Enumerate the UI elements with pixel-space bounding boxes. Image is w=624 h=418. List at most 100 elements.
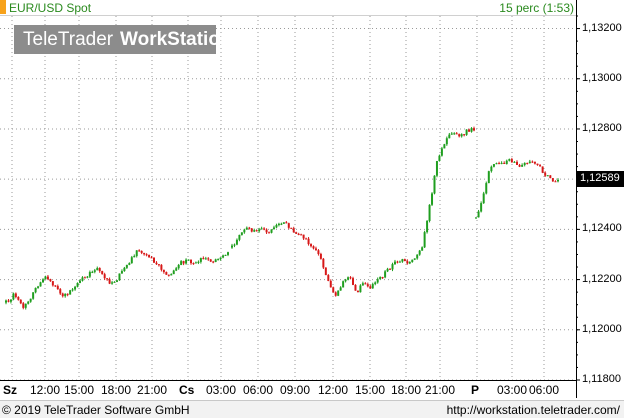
candle-body xyxy=(470,128,473,132)
candle-body xyxy=(44,276,47,280)
candle-body xyxy=(190,259,192,264)
candle-body xyxy=(435,161,438,176)
candle-body xyxy=(69,290,72,295)
time-label: 18:00 xyxy=(391,383,422,397)
candle-body xyxy=(197,261,200,263)
candle-body xyxy=(27,301,30,304)
candle-body xyxy=(250,228,253,232)
chart-window: EUR/USD Spot 15 perc (1:53) TeleTrader W… xyxy=(0,0,624,418)
candle-body xyxy=(319,253,322,259)
candle-body xyxy=(209,259,212,262)
candle-body xyxy=(549,175,552,179)
candle-body xyxy=(448,134,451,139)
candle-body xyxy=(352,278,354,285)
candlestick-series xyxy=(5,126,559,310)
candle-body xyxy=(96,268,99,271)
candle-body xyxy=(302,234,305,239)
candle-body xyxy=(248,227,251,229)
price-tick-label: 1,11800 xyxy=(582,373,621,385)
time-label: 03:00 xyxy=(206,383,237,397)
candle-body xyxy=(433,175,436,194)
candle-body xyxy=(465,129,468,135)
candle-body xyxy=(359,285,362,293)
candle-body xyxy=(453,133,456,135)
candle-body xyxy=(12,293,15,300)
candle-body xyxy=(88,272,91,277)
candle-body xyxy=(128,263,131,265)
candle-body xyxy=(243,229,246,233)
candle-body xyxy=(334,292,337,296)
candle-body xyxy=(544,172,547,176)
candle-body xyxy=(411,259,414,262)
candle-body xyxy=(56,286,59,290)
candle-body xyxy=(17,296,20,300)
time-axis[interactable]: Sz 12:00 15:00 18:00 21:00 Cs 03:00 06:00 09:00 1… xyxy=(0,382,576,398)
last-price-value: 1,12589 xyxy=(580,172,620,184)
candle-body xyxy=(155,262,158,265)
candle-body xyxy=(219,257,222,260)
candle-body xyxy=(212,261,215,263)
chart-frame xyxy=(0,0,577,398)
candle-body xyxy=(39,282,42,287)
candle-body xyxy=(458,134,461,137)
candle-body xyxy=(46,276,49,280)
candle-body xyxy=(207,258,210,260)
time-label: 03:00 xyxy=(497,383,528,397)
candle-body xyxy=(398,261,401,263)
candle-body xyxy=(508,159,511,161)
candle-body xyxy=(349,277,352,279)
logo-text-teletrader: TeleTrader xyxy=(23,29,114,50)
candle-body xyxy=(554,181,557,183)
candle-body xyxy=(217,259,220,261)
candle-body xyxy=(5,300,7,303)
candle-body xyxy=(546,175,549,177)
candle-body xyxy=(106,278,109,280)
candle-body xyxy=(34,287,37,293)
candle-body xyxy=(148,254,151,258)
candle-body xyxy=(518,164,521,167)
candle-body xyxy=(272,227,275,230)
candle-body xyxy=(133,256,136,258)
candle-body xyxy=(445,138,448,145)
candle-body xyxy=(135,250,138,257)
candle-body xyxy=(19,299,22,304)
candle-body xyxy=(426,220,429,233)
candle-body xyxy=(108,279,111,284)
candle-body xyxy=(391,264,394,270)
candle-body xyxy=(59,289,62,294)
candle-body xyxy=(103,274,106,279)
candle-body xyxy=(421,247,424,251)
candle-body xyxy=(172,270,175,275)
teletrader-logo: TeleTrader WorkStation xyxy=(14,25,232,54)
candle-body xyxy=(523,162,526,165)
price-chart[interactable] xyxy=(0,0,624,400)
price-tick-label: 1,13000 xyxy=(582,71,622,84)
candle-body xyxy=(277,223,280,226)
candle-body xyxy=(386,268,389,272)
candle-body xyxy=(322,258,325,268)
candle-body xyxy=(111,282,114,284)
website-link[interactable]: http://workstation.teletrader.com/ xyxy=(447,403,620,417)
candle-body xyxy=(192,263,195,265)
candle-body xyxy=(93,270,96,272)
candle-body xyxy=(312,246,315,249)
candle-body xyxy=(528,161,531,164)
candle-body xyxy=(42,279,44,283)
candle-body xyxy=(406,261,409,264)
candle-body xyxy=(130,257,133,264)
price-tick-label: 1,12200 xyxy=(582,272,622,285)
candle-body xyxy=(233,244,236,246)
candle-body xyxy=(255,230,258,232)
candle-body xyxy=(347,277,350,280)
candle-body xyxy=(305,238,308,240)
candle-body xyxy=(71,289,74,291)
candle-body xyxy=(150,257,153,259)
candle-body xyxy=(238,234,241,240)
candle-body xyxy=(162,269,165,273)
candle-body xyxy=(116,280,118,282)
candle-body xyxy=(9,299,12,302)
candle-body xyxy=(356,290,359,293)
price-tick-label: 1,12400 xyxy=(582,222,622,235)
candle-body xyxy=(500,162,503,164)
candle-body xyxy=(7,300,10,302)
